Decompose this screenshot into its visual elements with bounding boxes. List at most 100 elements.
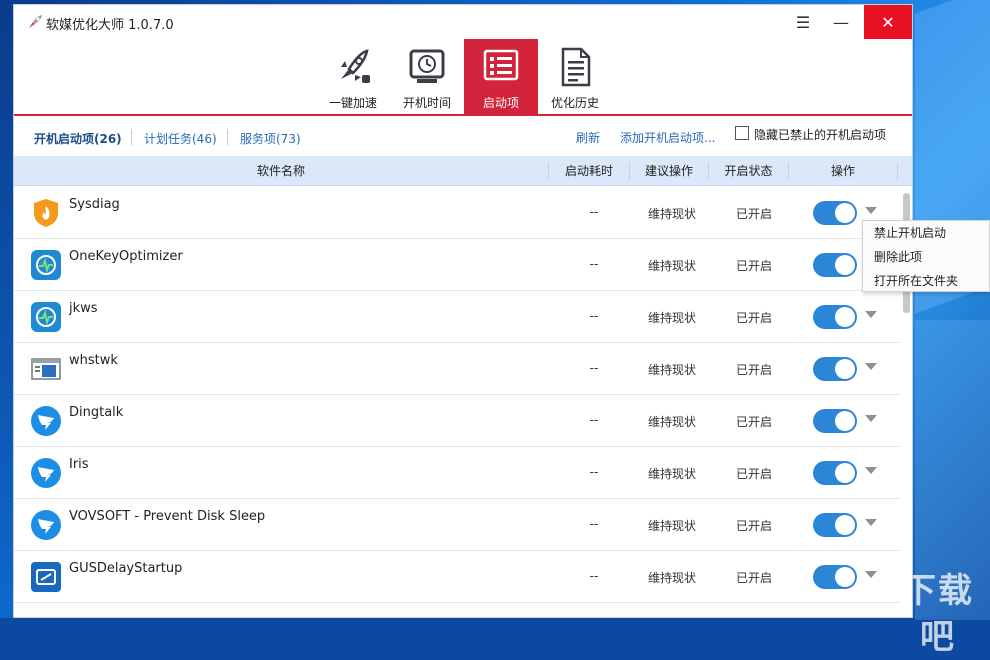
table-row[interactable]: VOVSOFT - Prevent Disk Sleep -- 维持现状 已开启	[14, 499, 900, 551]
tool-label: 一键加速	[328, 96, 377, 110]
chevron-down-icon[interactable]	[865, 467, 877, 474]
chevron-down-icon[interactable]	[865, 207, 877, 214]
title-bar: 软媒优化大师 1.0.7.0 ☰ — ✕	[14, 5, 912, 39]
startup-toggle[interactable]	[813, 201, 857, 225]
chevron-down-icon[interactable]	[865, 571, 877, 578]
rocket-icon	[341, 49, 370, 83]
tool-label: 优化历史	[550, 96, 599, 110]
chevron-down-icon[interactable]	[865, 415, 877, 422]
toggle-knob	[835, 203, 855, 223]
menu-icon: ☰	[795, 12, 811, 32]
state-value: 已开启	[735, 519, 772, 533]
tab-scheduled-tasks[interactable]: 计划任务(46)	[144, 130, 217, 147]
window-title: 软媒优化大师 1.0.7.0	[46, 18, 174, 33]
tool-speedup[interactable]: 一键加速	[316, 39, 390, 115]
app-name: jkws	[69, 301, 98, 316]
startup-toggle[interactable]	[813, 565, 857, 589]
dingtalk-icon	[31, 510, 61, 540]
app-logo-icon	[29, 15, 42, 28]
state-value: 已开启	[735, 363, 772, 377]
startup-toggle[interactable]	[813, 461, 857, 485]
advice-value: 维持现状	[647, 207, 696, 221]
app-window: 软媒优化大师 1.0.7.0 ☰ — ✕ 一键加速 开机时间 启动项 优化历史 …	[13, 4, 913, 618]
toggle-knob	[835, 567, 855, 587]
tool-startup-items[interactable]: 启动项	[464, 39, 538, 115]
add-startup-item-link[interactable]: 添加开机启动项...	[620, 129, 715, 146]
state-value: 已开启	[735, 259, 772, 273]
boot-time-value: --	[589, 205, 599, 219]
menu-item-open-folder[interactable]: 打开所在文件夹	[874, 269, 958, 293]
dingtalk-icon	[31, 406, 61, 436]
toggle-knob	[835, 307, 855, 327]
close-button[interactable]: ✕	[864, 5, 912, 39]
column-header-time: 启动耗时	[564, 164, 613, 178]
minimize-button[interactable]: —	[823, 5, 859, 39]
menu-button[interactable]: ☰	[785, 5, 821, 39]
app-name: Sysdiag	[69, 197, 120, 212]
toggle-knob	[835, 255, 855, 275]
chevron-down-icon[interactable]	[865, 363, 877, 370]
boot-time-value: --	[589, 361, 599, 375]
table-row[interactable]: whstwk -- 维持现状 已开启	[14, 343, 900, 395]
row-context-menu: 禁止开机启动 删除此项 打开所在文件夹	[862, 220, 990, 292]
column-header-state: 开启状态	[724, 164, 773, 178]
column-header-advice: 建议操作	[644, 164, 693, 178]
chevron-down-icon[interactable]	[865, 311, 877, 318]
app-name: VOVSOFT - Prevent Disk Sleep	[69, 509, 266, 524]
tab-services[interactable]: 服务项(73)	[240, 130, 301, 147]
advice-value: 维持现状	[647, 363, 696, 377]
state-value: 已开启	[735, 207, 772, 221]
table-row[interactable]: Sysdiag -- 维持现状 已开启	[14, 187, 900, 239]
tool-label: 启动项	[482, 96, 519, 110]
toggle-knob	[835, 359, 855, 379]
advice-value: 维持现状	[647, 259, 696, 273]
boot-time-value: --	[589, 569, 599, 583]
startup-toggle[interactable]	[813, 305, 857, 329]
startup-toggle[interactable]	[813, 357, 857, 381]
tool-boot-time[interactable]: 开机时间	[390, 39, 464, 115]
tab-separator	[131, 129, 132, 145]
startup-toggle[interactable]	[813, 253, 857, 277]
table-row[interactable]: OneKeyOptimizer -- 维持现状 已开启	[14, 239, 900, 291]
window-app-icon	[31, 358, 61, 380]
state-value: 已开启	[735, 415, 772, 429]
refresh-link[interactable]: 刷新	[576, 129, 600, 146]
startup-toggle[interactable]	[813, 513, 857, 537]
delay-startup-icon	[31, 562, 61, 592]
startup-item-list: Sysdiag -- 维持现状 已开启 OneKeyOptimizer -- 维…	[14, 187, 912, 617]
toggle-knob	[835, 463, 855, 483]
advice-value: 维持现状	[647, 467, 696, 481]
table-row[interactable]: GUSDelayStartup -- 维持现状 已开启	[14, 551, 900, 603]
boot-time-value: --	[589, 309, 599, 323]
tab-startup-items[interactable]: 开机启动项(26)	[34, 130, 122, 147]
app-name: OneKeyOptimizer	[69, 249, 183, 264]
boot-time-value: --	[589, 413, 599, 427]
app-name: Dingtalk	[69, 405, 124, 420]
tool-history[interactable]: 优化历史	[538, 39, 612, 115]
optimizer-icon	[31, 250, 61, 280]
minimize-icon: —	[833, 12, 849, 32]
menu-item-disable-startup[interactable]: 禁止开机启动	[874, 221, 946, 245]
advice-value: 维持现状	[647, 571, 696, 585]
hide-disabled-label[interactable]: 隐藏已禁止的开机启动项	[754, 126, 886, 143]
table-row[interactable]: Dingtalk -- 维持现状 已开启	[14, 395, 900, 447]
shield-flame-icon	[34, 199, 58, 227]
app-name: whstwk	[69, 353, 118, 368]
state-value: 已开启	[735, 311, 772, 325]
advice-value: 维持现状	[647, 415, 696, 429]
table-header: 软件名称 启动耗时 建议操作 开启状态 操作	[14, 156, 912, 186]
app-name: GUSDelayStartup	[69, 561, 183, 576]
table-row[interactable]: Iris -- 维持现状 已开启	[14, 447, 900, 499]
column-separator	[897, 162, 898, 180]
app-name: Iris	[69, 457, 89, 472]
close-icon: ✕	[881, 12, 895, 32]
dingtalk-icon	[31, 458, 61, 488]
column-header-name: 软件名称	[256, 164, 305, 178]
chevron-down-icon[interactable]	[865, 519, 877, 526]
advice-value: 维持现状	[647, 311, 696, 325]
startup-toggle[interactable]	[813, 409, 857, 433]
hide-disabled-checkbox[interactable]	[735, 126, 749, 140]
boot-time-value: --	[589, 257, 599, 271]
table-row[interactable]: jkws -- 维持现状 已开启	[14, 291, 900, 343]
menu-item-delete[interactable]: 删除此项	[874, 245, 922, 269]
